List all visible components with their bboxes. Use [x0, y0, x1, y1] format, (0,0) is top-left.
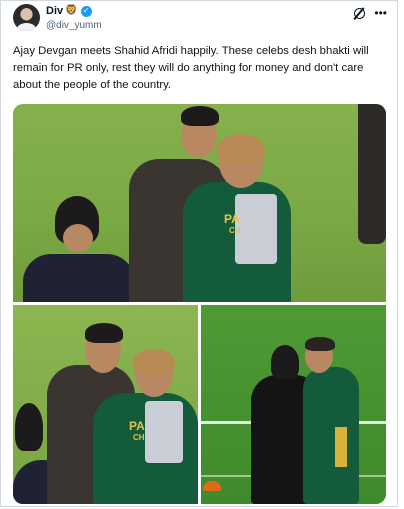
- tweet-card[interactable]: Div 🦁 ✓ @div_yumm ••• Ajay Devgan meets …: [0, 0, 398, 507]
- player-hair: [217, 134, 265, 164]
- jersey-text: PA: [224, 212, 240, 226]
- verified-badge-icon: ✓: [80, 5, 92, 17]
- author-display-name[interactable]: Div: [46, 5, 63, 17]
- player-hair: [133, 349, 175, 375]
- photo-top[interactable]: PA CH: [13, 104, 386, 302]
- more-options-icon[interactable]: •••: [374, 6, 387, 20]
- tweet-text: Ajay Devgan meets Shahid Afridi happily.…: [13, 45, 369, 91]
- tweet-header: Div 🦁 ✓ @div_yumm •••: [13, 4, 387, 36]
- training-cone: [203, 481, 221, 491]
- jersey-gold-stripe: [335, 427, 347, 467]
- person-face: [63, 224, 93, 252]
- man-head: [271, 345, 299, 379]
- photo-bottom-left[interactable]: PA CH: [13, 305, 198, 504]
- lion-emoji: 🦁: [65, 5, 78, 16]
- grey-towel: [145, 401, 183, 463]
- jersey-text-2: CH: [133, 433, 145, 442]
- author-name-row[interactable]: Div 🦁 ✓: [46, 5, 92, 17]
- photo-bottom-right[interactable]: [201, 305, 386, 504]
- person-right-edge: [358, 104, 386, 244]
- player-hair: [305, 337, 335, 351]
- man-hair: [181, 106, 219, 126]
- grok-icon[interactable]: [354, 8, 365, 19]
- author-handle[interactable]: @div_yumm: [46, 20, 102, 31]
- tweet-media-grid[interactable]: PA CH PA CH: [13, 104, 386, 504]
- player-green-jacket: [303, 367, 359, 504]
- grey-towel: [235, 194, 277, 264]
- man-hair: [85, 323, 123, 343]
- person-hair: [15, 403, 43, 451]
- author-avatar[interactable]: [13, 4, 40, 31]
- jersey-text-2: CH: [229, 226, 241, 235]
- person-navy-jacket: [23, 254, 135, 302]
- jersey-text: PA: [129, 419, 145, 433]
